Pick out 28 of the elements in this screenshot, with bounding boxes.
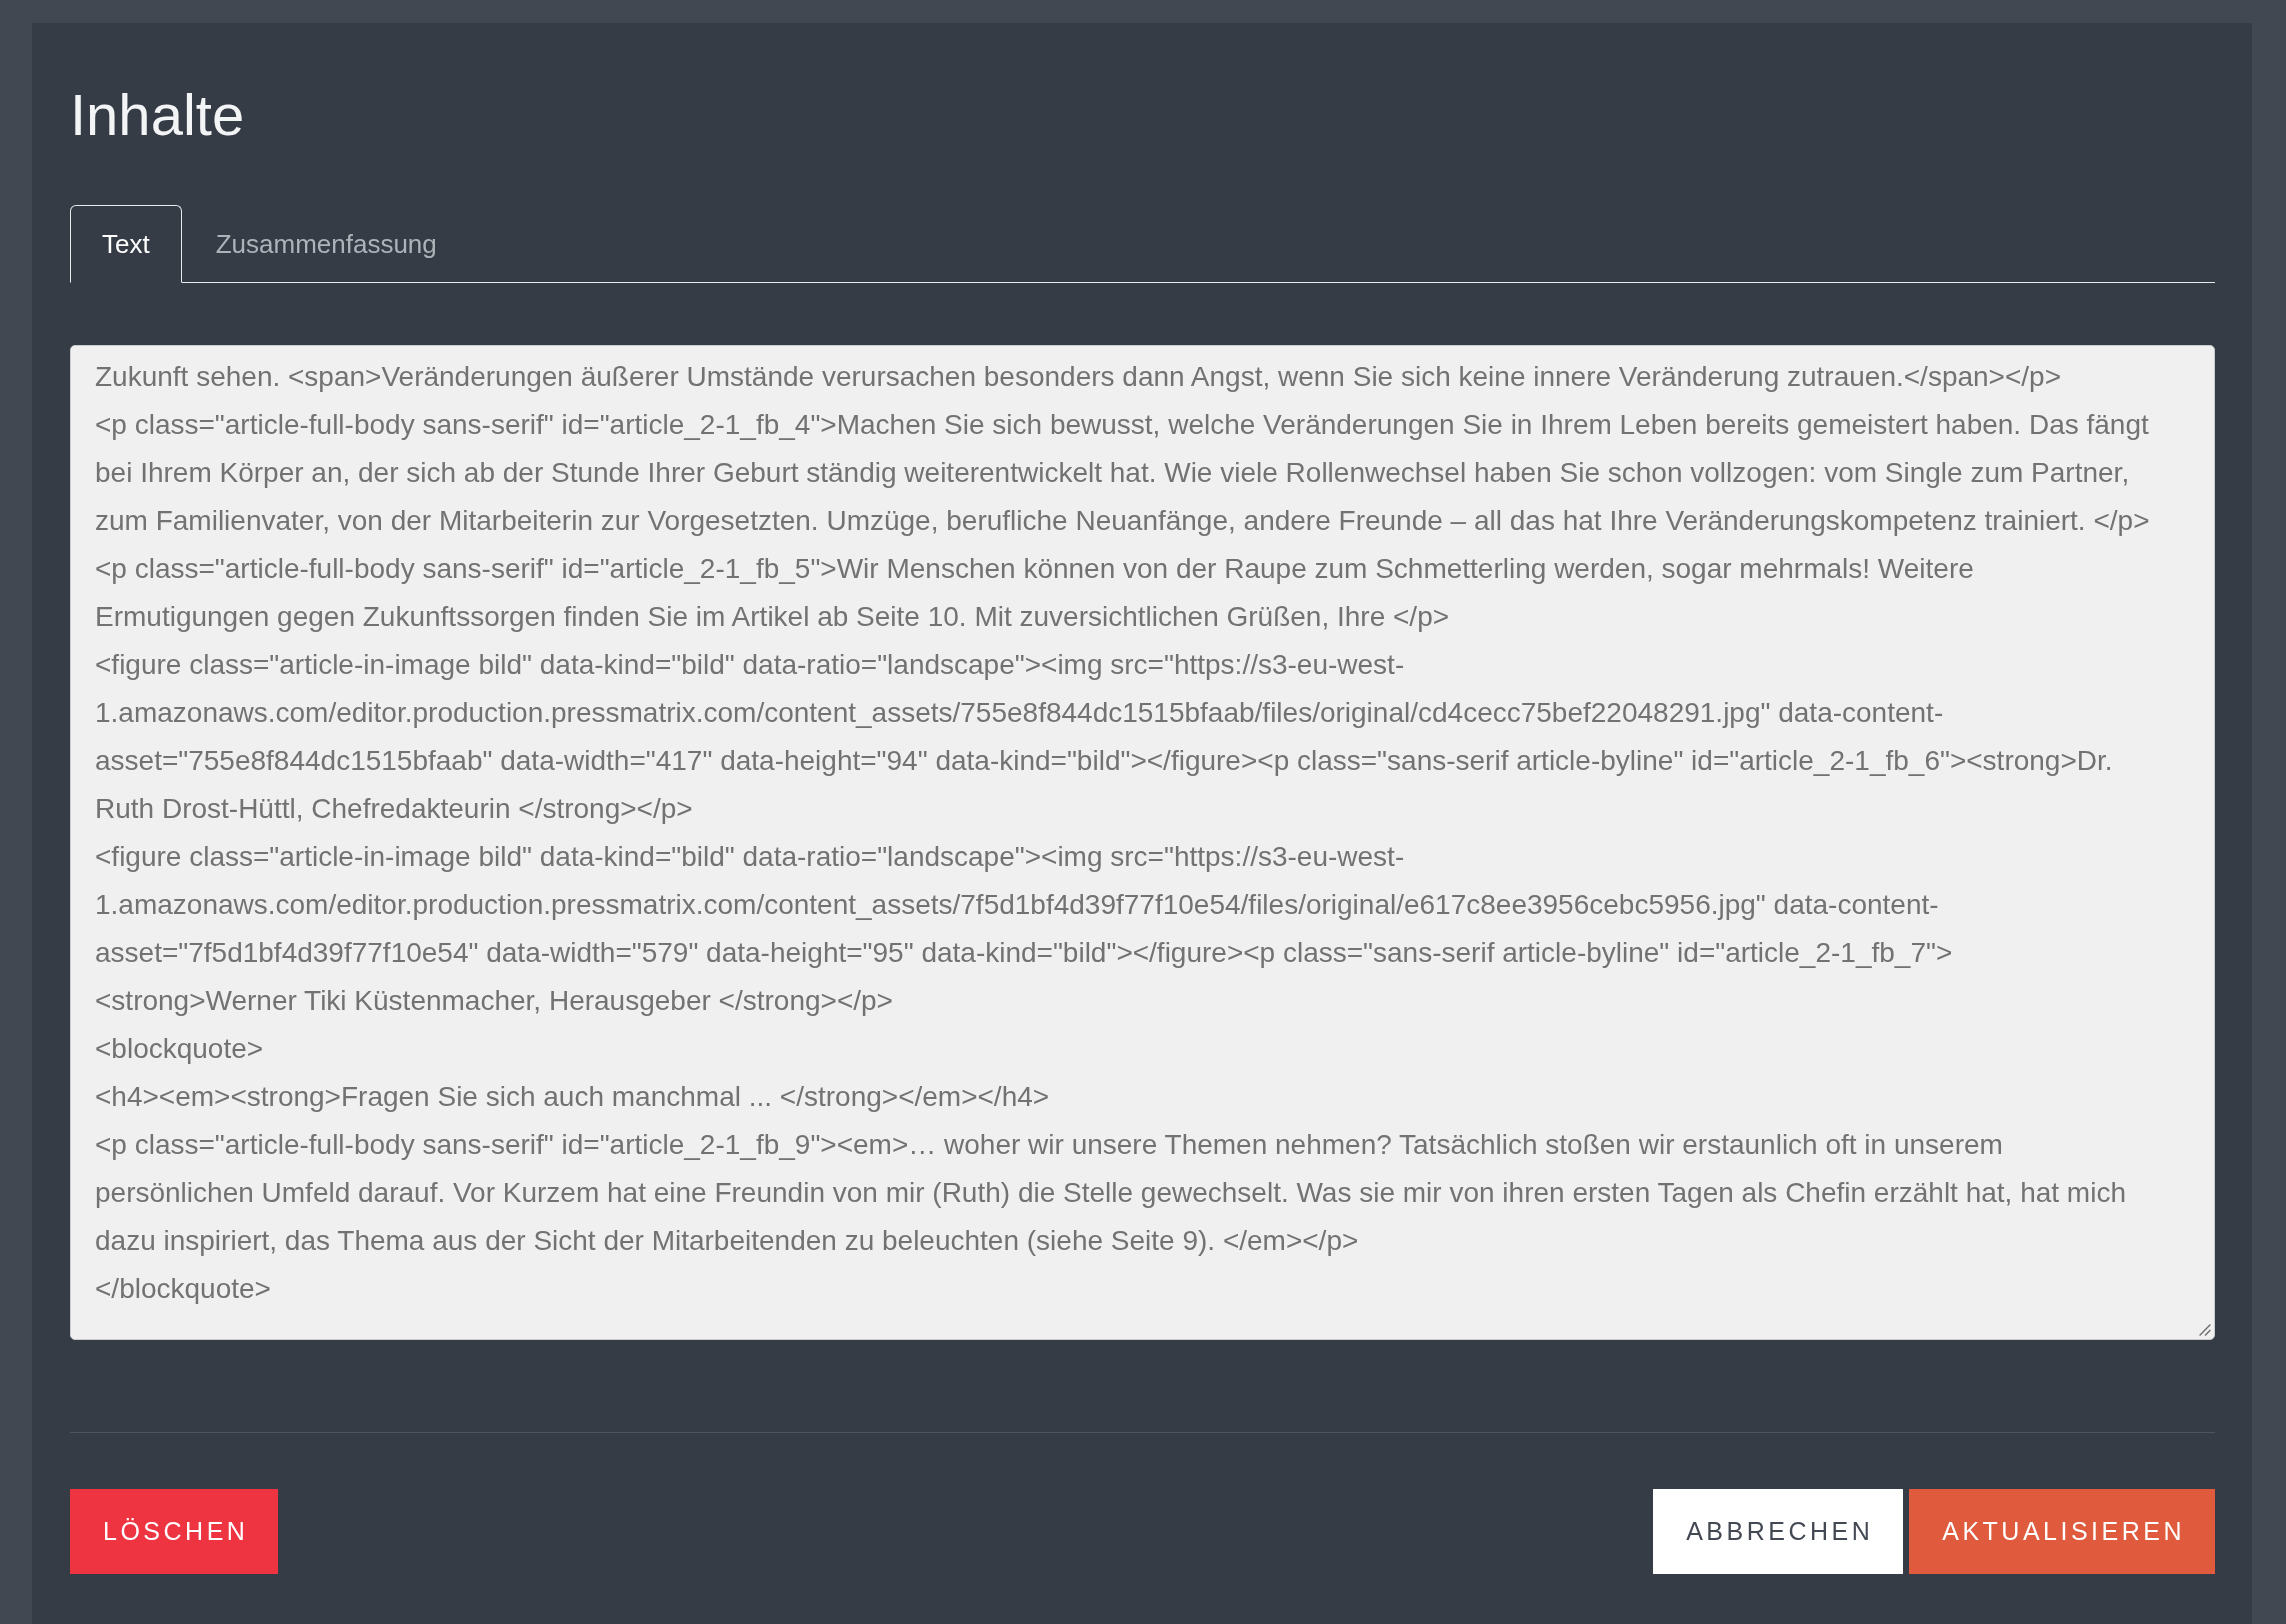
html-textarea[interactable] [70,345,2215,1340]
textarea-line: asset="7f5d1bf4d39f77f10e54" data-width="579" data-height="95" data-kind="bild"></figure><p class="sans-serif article-byline" id="article_2-1_fb_7"> [95,936,1953,970]
delete-button[interactable]: LÖSCHEN [70,1489,279,1574]
textarea-line: Ermutigungen gegen Zukunftssorgen finden Sie im Artikel ab Seite 10. Mit zuversichtlichen Grüßen, Ihre </p> [95,600,1450,634]
textarea-line: 1.amazonaws.com/editor.production.pressmatrix.com/content_assets/7f5d1bf4d39f77f10e54/files/original/e617c8ee3956cebc5956.jpg" data-content- [95,888,1939,922]
textarea-line: <p class="article-full-body sans-serif" id="article_2-1_fb_4">Machen Sie sich bewusst, welche Veränderungen Sie in Ihrem Leben bereits gemeistert haben. Das fängt [95,408,2149,442]
textarea-line: <p class="article-full-body sans-serif" id="article_2-1_fb_5">Wir Menschen können von der Raupe zum Schmetterling werden, sogar mehrmals! Weitere [95,552,1974,586]
textarea-line: <figure class="article-in-image bild" data-kind="bild" data-ratio="landscape"><img src="https://s3-eu-west- [95,648,1405,682]
textarea-line: <h4><em><strong>Fragen Sie sich auch manchmal ... </strong></em></h4> [95,1080,1050,1114]
textarea-line: persönlichen Umfeld darauf. Vor Kurzem hat eine Freundin von mir (Ruth) die Stelle gewechselt. Was sie mir von ihren ersten Tagen als Chefin erzählt hat, hat mich [95,1176,2126,1210]
textarea-line: Ruth Drost-Hüttl, Chefredakteurin </strong></p> [95,792,693,826]
textarea-line: <strong>Werner Tiki Küstenmacher, Herausgeber </strong></p> [95,984,893,1018]
textarea-line: <figure class="article-in-image bild" data-kind="bild" data-ratio="landscape"><img src="https://s3-eu-west- [95,840,1405,874]
resize-grip-icon[interactable] [2199,1324,2211,1336]
textarea-line: bei Ihrem Körper an, der sich ab der Stunde Ihrer Geburt ständig weiterentwickelt hat. Wie viele Rollenwechsel haben Sie schon vollzogen: vom Single zum Partner, [95,456,2130,490]
textarea-line: dazu inspiriert, das Thema aus der Sicht der Mitarbeitenden zu beleuchten (siehe Seite 9). </em></p> [95,1224,1359,1258]
tab[interactable]: Text [70,205,182,283]
textarea-line: <p class="article-full-body sans-serif" id="article_2-1_fb_9"><em>… woher wir unsere Themen nehmen? Tatsächlich stoßen wir erstaunlich oft in unserem [95,1128,2003,1162]
cancel-button[interactable]: ABBRECHEN [1653,1489,1904,1574]
textarea-line: zum Familienvater, von der Mitarbeiterin zur Vorgesetzten. Umzüge, berufliche Neuanfänge, andere Freunde – all das hat Ihre Veränderungskompetenz trainiert. </p> [95,504,2150,538]
textarea-line: <blockquote> [95,1032,264,1066]
textarea-line: asset="755e8f844dc1515bfaab" data-width="417" data-height="94" data-kind="bild"></figure><p class="sans-serif article-byline" id="article_2-1_fb_6"><strong>Dr. [95,744,2113,778]
textarea-line: 1.amazonaws.com/editor.production.pressmatrix.com/content_assets/755e8f844dc1515bfaab/files/original/cd4cecc75bef22048291.jpg" data-content- [95,696,1944,730]
dialog-title: Inhalte [70,81,245,148]
textarea-line: Zukunft sehen. <span>Veränderungen äußerer Umstände verursachen besonders dann Angst, wenn Sie sich keine innere Veränderung zutrauen.</span></p> [95,360,2061,394]
update-button[interactable]: AKTUALISIEREN [1909,1489,2215,1574]
tab[interactable]: Zusammenfassung [183,205,469,283]
textarea-line: </blockquote> [95,1272,271,1306]
